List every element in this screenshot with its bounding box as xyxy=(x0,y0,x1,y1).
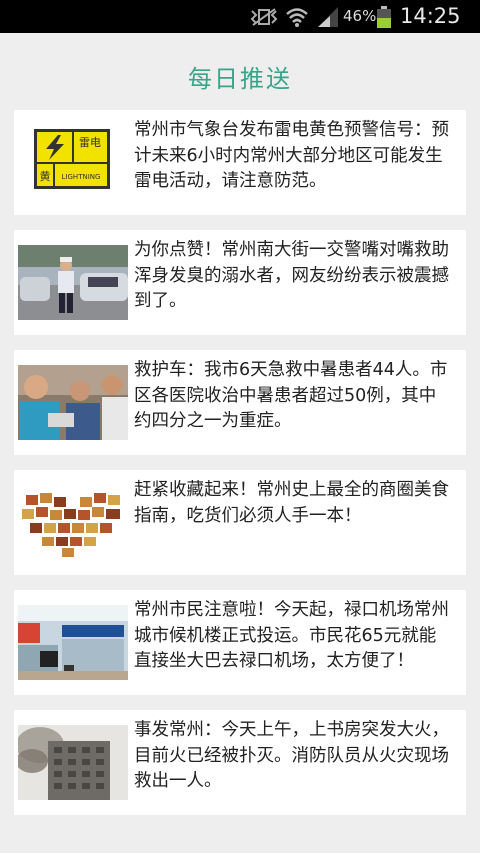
badge-bottom-label: LIGHTNING xyxy=(62,173,101,181)
news-item[interactable]: 为你点赞！常州南大街一交警嘴对嘴救助浑身发臭的溺水者，网友纷纷表示被震撼到了。 xyxy=(14,230,466,335)
news-item[interactable]: 事发常州：今天上午，上书房突发大火，目前火已经被扑灭。消防队员从火灾现场救出一人… xyxy=(14,710,466,815)
building-fire-image xyxy=(18,725,128,800)
traffic-police-image xyxy=(18,245,128,320)
status-bar: 46% 14:25 xyxy=(0,0,480,33)
news-item[interactable]: 救护车：我市6天急救中暑患者44人。市区各医院收治中暑患者超过50例，其中约四分… xyxy=(14,350,466,455)
rescue-image xyxy=(18,365,128,440)
lightning-warning-image: 雷电 黄 LIGHTNING xyxy=(18,125,128,200)
signal-icon xyxy=(316,0,340,33)
page-title: 每日推送 xyxy=(188,65,292,93)
mute-vibrate-icon xyxy=(250,0,278,33)
news-title: 救护车：我市6天急救中暑患者44人。市区各医院收治中暑患者超过50例，其中约四分… xyxy=(134,360,448,431)
badge-mid-label: 黄 xyxy=(40,169,51,183)
page-header: 每日推送 xyxy=(0,33,480,111)
news-item[interactable]: 雷电 黄 LIGHTNING 常州市气象台发布雷电黄色预警信号：预计未来6小时内… xyxy=(14,110,466,215)
airport-terminal-image xyxy=(18,605,128,680)
wifi-icon xyxy=(285,0,309,33)
news-title: 为你点赞！常州南大街一交警嘴对嘴救助浑身发臭的溺水者，网友纷纷表示被震撼到了。 xyxy=(134,240,449,311)
battery-icon xyxy=(376,0,392,33)
news-item[interactable]: 赶紧收藏起来！常州史上最全的商圈美食指南，吃货们必须人手一本！ xyxy=(14,470,466,575)
news-title: 常州市民注意啦！今天起，禄口机场常州城市候机楼正式投运。市民花65元就能直接坐大… xyxy=(134,600,449,671)
news-title: 赶紧收藏起来！常州史上最全的商圈美食指南，吃货们必须人手一本！ xyxy=(134,480,449,526)
clock: 14:25 xyxy=(400,4,461,28)
badge-top-label: 雷电 xyxy=(79,136,101,149)
battery-percent: 46% xyxy=(343,7,377,25)
news-title: 事发常州：今天上午，上书房突发大火，目前火已经被扑灭。消防队员从火灾现场救出一人… xyxy=(134,720,449,791)
news-title: 常州市气象台发布雷电黄色预警信号：预计未来6小时内常州大部分地区可能发生雷电活动… xyxy=(134,120,449,191)
food-collage-image xyxy=(18,485,128,560)
news-item[interactable]: 常州市民注意啦！今天起，禄口机场常州城市候机楼正式投运。市民花65元就能直接坐大… xyxy=(14,590,466,695)
